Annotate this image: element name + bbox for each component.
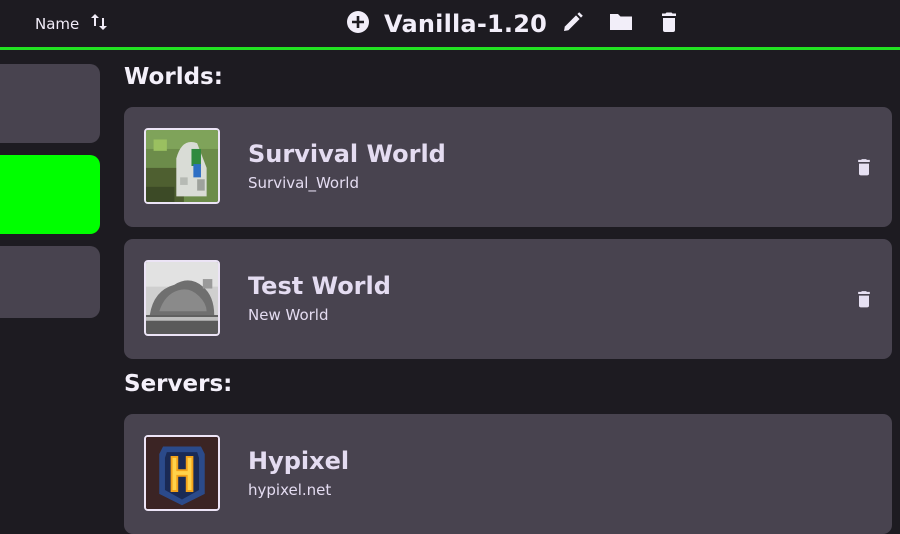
delete-world-button[interactable] bbox=[854, 289, 874, 309]
world-card[interactable]: Survival World Survival_World bbox=[124, 107, 892, 227]
sort-label: Name bbox=[35, 15, 80, 33]
trash-icon bbox=[854, 291, 874, 313]
sidebar-tile-1[interactable] bbox=[0, 64, 100, 143]
sort-control[interactable]: Name bbox=[35, 12, 108, 36]
worlds-heading: Worlds: bbox=[124, 64, 223, 90]
world-name: Test World bbox=[248, 272, 391, 300]
profile-title-group: Vanilla-1.20 bbox=[346, 8, 681, 40]
server-card[interactable]: Hypixel hypixel.net bbox=[124, 414, 892, 534]
server-icon bbox=[144, 435, 220, 511]
trash-icon bbox=[854, 159, 874, 181]
folder-icon bbox=[609, 10, 633, 38]
server-address: hypixel.net bbox=[248, 481, 332, 499]
add-icon bbox=[346, 10, 370, 38]
world-folder: New World bbox=[248, 306, 329, 324]
servers-heading: Servers: bbox=[124, 371, 233, 397]
server-name: Hypixel bbox=[248, 447, 350, 475]
edit-button[interactable] bbox=[561, 12, 585, 36]
sidebar-tile-3[interactable] bbox=[0, 246, 100, 318]
open-folder-button[interactable] bbox=[609, 12, 633, 36]
trash-icon bbox=[657, 10, 681, 38]
sidebar-tile-2-active[interactable] bbox=[0, 155, 100, 234]
edit-icon bbox=[561, 10, 585, 38]
world-thumbnail bbox=[144, 260, 220, 336]
delete-profile-button[interactable] bbox=[657, 12, 681, 36]
world-name: Survival World bbox=[248, 140, 446, 168]
top-bar: Name Vanilla-1.20 bbox=[0, 0, 900, 50]
world-thumbnail bbox=[144, 128, 220, 204]
world-folder: Survival_World bbox=[248, 174, 359, 192]
profile-title: Vanilla-1.20 bbox=[384, 10, 547, 38]
delete-world-button[interactable] bbox=[854, 157, 874, 177]
add-button[interactable] bbox=[346, 10, 370, 38]
world-card[interactable]: Test World New World bbox=[124, 239, 892, 359]
sort-icon bbox=[91, 12, 108, 36]
